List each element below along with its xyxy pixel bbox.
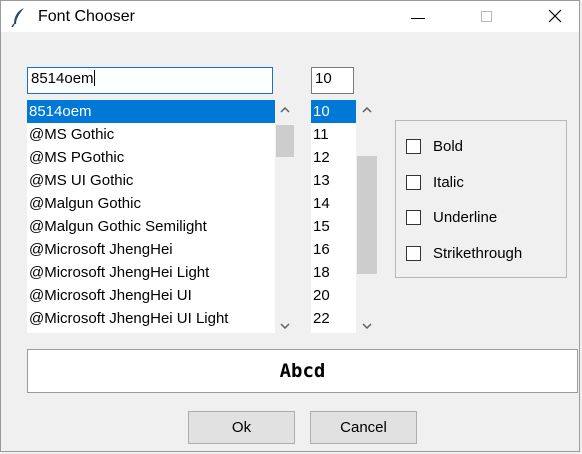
scroll-down-button[interactable] bbox=[275, 316, 295, 333]
font-listbox[interactable]: 8514oem @MS Gothic @MS PGothic @MS UI Go… bbox=[27, 100, 275, 333]
text-caret bbox=[93, 70, 95, 86]
font-list-item[interactable]: @Microsoft JhengHei bbox=[27, 238, 275, 261]
size-list-item[interactable]: 12 bbox=[311, 146, 356, 169]
style-options-frame: Bold Italic Underline Strikethrough bbox=[395, 120, 567, 278]
checkbox-box[interactable] bbox=[406, 175, 421, 190]
size-list-item[interactable]: 10 bbox=[311, 100, 356, 123]
font-preview: Abcd bbox=[27, 349, 578, 393]
font-size-value: 10 bbox=[315, 70, 332, 87]
scroll-up-button[interactable] bbox=[356, 100, 378, 117]
ok-button[interactable]: Ok bbox=[188, 411, 295, 444]
size-list-item[interactable]: 15 bbox=[311, 215, 356, 238]
checkbox-box[interactable] bbox=[406, 210, 421, 225]
chevron-down-icon bbox=[280, 323, 290, 330]
chevron-up-icon bbox=[362, 106, 372, 113]
size-list-item[interactable]: 14 bbox=[311, 192, 356, 215]
bold-label[interactable]: Bold bbox=[433, 138, 463, 155]
font-size-input[interactable]: 10 bbox=[311, 67, 354, 94]
chevron-down-icon bbox=[362, 323, 372, 330]
close-button[interactable] bbox=[533, 1, 579, 32]
size-listbox[interactable]: 10 11 12 13 14 15 16 18 20 22 bbox=[311, 100, 356, 333]
font-list-item[interactable]: @Malgun Gothic Semilight bbox=[27, 215, 275, 238]
size-list-scrollbar[interactable] bbox=[356, 100, 378, 333]
size-list-item[interactable]: 11 bbox=[311, 123, 356, 146]
close-icon bbox=[548, 9, 562, 23]
italic-label[interactable]: Italic bbox=[433, 174, 464, 191]
title-bar[interactable]: Font Chooser bbox=[1, 1, 579, 32]
feather-icon bbox=[11, 7, 27, 28]
font-list-item[interactable]: @MS Gothic bbox=[27, 123, 275, 146]
chevron-up-icon bbox=[280, 106, 290, 113]
checkbox-box[interactable] bbox=[406, 139, 421, 154]
scroll-down-button[interactable] bbox=[356, 316, 378, 333]
font-name-input[interactable]: 8514oem bbox=[27, 67, 273, 94]
size-list-item[interactable]: 20 bbox=[311, 284, 356, 307]
maximize-button[interactable] bbox=[465, 1, 511, 32]
size-list-item[interactable]: 16 bbox=[311, 238, 356, 261]
scroll-thumb[interactable] bbox=[357, 156, 377, 274]
scroll-thumb[interactable] bbox=[276, 125, 294, 157]
size-list-item[interactable]: 22 bbox=[311, 307, 356, 330]
minimize-button[interactable] bbox=[395, 1, 441, 32]
font-list-item[interactable]: @MS PGothic bbox=[27, 146, 275, 169]
scroll-up-button[interactable] bbox=[275, 100, 295, 117]
preview-text: Abcd bbox=[279, 360, 326, 382]
font-chooser-window: Font Chooser 8514oem 10 8514oem @MS Goth… bbox=[0, 0, 580, 452]
underline-label[interactable]: Underline bbox=[433, 209, 497, 226]
font-list-item[interactable]: @Microsoft JhengHei Light bbox=[27, 261, 275, 284]
font-name-value: 8514oem bbox=[31, 70, 94, 87]
size-list-item[interactable]: 13 bbox=[311, 169, 356, 192]
font-list-item[interactable]: @Microsoft JhengHei UI Light bbox=[27, 307, 275, 330]
minimize-icon bbox=[411, 18, 425, 19]
cancel-button[interactable]: Cancel bbox=[310, 411, 417, 444]
font-list-item[interactable]: @Malgun Gothic bbox=[27, 192, 275, 215]
size-list-item[interactable]: 18 bbox=[311, 261, 356, 284]
window-title: Font Chooser bbox=[38, 8, 135, 25]
font-list-item[interactable]: @MS UI Gothic bbox=[27, 169, 275, 192]
maximize-icon bbox=[481, 11, 492, 22]
font-list-item[interactable]: @Microsoft JhengHei UI bbox=[27, 284, 275, 307]
checkbox-box[interactable] bbox=[406, 246, 421, 261]
font-list-item[interactable]: 8514oem bbox=[27, 100, 275, 123]
font-list-scrollbar[interactable] bbox=[275, 100, 295, 333]
strikethrough-label[interactable]: Strikethrough bbox=[433, 245, 522, 262]
